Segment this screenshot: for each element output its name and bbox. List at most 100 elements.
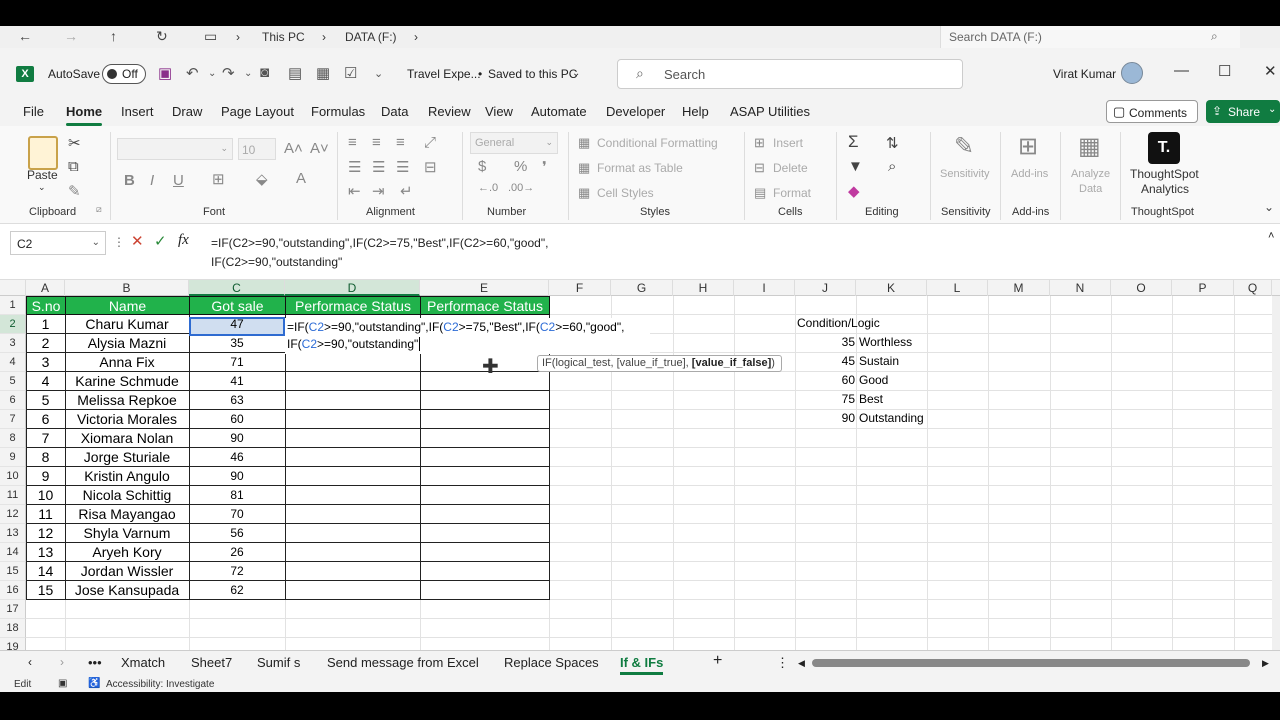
sheet-tab-send-message[interactable]: Send message from Excel [327, 655, 479, 670]
column-header-e[interactable]: E [420, 280, 549, 296]
dialog-launcher-icon[interactable]: ⧄ [96, 204, 102, 215]
cell-sale[interactable]: 90 [189, 430, 285, 449]
chevron-down-icon[interactable]: ⌄ [572, 68, 580, 79]
scroll-right-arrow-icon[interactable]: ▶ [1262, 658, 1269, 669]
condition-label[interactable]: Worthless [859, 335, 912, 349]
tab-formulas[interactable]: Formulas [311, 104, 365, 119]
cell-sno[interactable]: 8 [26, 449, 65, 468]
column-header-g[interactable]: G [611, 280, 673, 296]
italic-icon[interactable]: I [150, 172, 154, 189]
font-name-select[interactable]: ⌄ [117, 138, 233, 160]
cell-sno[interactable]: 15 [26, 582, 65, 601]
minimize-icon[interactable]: — [1174, 62, 1189, 79]
cell-name[interactable]: Aryeh Kory [65, 544, 189, 563]
header-cell-status1[interactable]: Performace Status [285, 296, 421, 315]
up-arrow-icon[interactable]: ↑ [110, 28, 117, 44]
checkbox-icon[interactable]: ☑ [344, 64, 357, 82]
cell-sno[interactable]: 5 [26, 392, 65, 411]
font-color-icon[interactable]: A [296, 170, 306, 187]
select-all-corner[interactable] [0, 280, 26, 296]
column-header-d[interactable]: D [285, 280, 420, 296]
borders-icon[interactable]: ⊞ [212, 170, 225, 188]
customize-qat-icon[interactable]: ⌄ [374, 67, 383, 80]
insert-cells-button[interactable]: Insert [773, 136, 803, 150]
header-cell-name[interactable]: Name [65, 296, 190, 315]
function-tooltip[interactable]: IF(logical_test, [value_if_true], [value… [537, 355, 782, 372]
cell-sale[interactable]: 70 [189, 506, 285, 525]
cell-name[interactable]: Victoria Morales [65, 411, 189, 430]
sheet-tab-if-ifs[interactable]: If & IFs [620, 655, 664, 675]
row-header-19[interactable]: 19 [0, 638, 26, 650]
sheet-tab-sumifs[interactable]: Sumif s [257, 655, 300, 670]
align-bottom-icon[interactable]: ≡ [396, 134, 405, 151]
undo-icon[interactable]: ↶ [186, 64, 199, 82]
column-header-b[interactable]: B [65, 280, 189, 296]
cell-name[interactable]: Nicola Schittig [65, 487, 189, 506]
row-header-11[interactable]: 11 [0, 486, 26, 505]
picture-icon[interactable]: ▤ [288, 64, 302, 82]
cell-sale[interactable]: 72 [189, 563, 285, 582]
paste-label[interactable]: Paste [27, 168, 58, 182]
tab-home[interactable]: Home [66, 104, 103, 126]
column-header-l[interactable]: L [927, 280, 988, 296]
column-header-a[interactable]: A [26, 280, 65, 296]
tab-help[interactable]: Help [682, 104, 709, 119]
cell-name[interactable]: Kristin Angulo [65, 468, 189, 487]
row-header-1[interactable]: 1 [0, 296, 26, 315]
row-header-13[interactable]: 13 [0, 524, 26, 543]
cell-sale[interactable]: 35 [189, 335, 285, 354]
cell-sno[interactable]: 1 [26, 316, 65, 335]
horizontal-scrollbar[interactable] [812, 659, 1250, 667]
orientation-icon[interactable]: ⤢ [424, 134, 436, 151]
share-button[interactable]: ⇪ Share ⌄ [1206, 100, 1280, 123]
scroll-right-icon[interactable]: › [60, 655, 64, 669]
tab-asap-utilities[interactable]: ASAP Utilities [730, 104, 810, 119]
decrease-font-icon[interactable]: A˅ [310, 140, 329, 157]
clear-icon[interactable]: ◆ [848, 182, 860, 200]
condition-value[interactable]: 45 [795, 354, 855, 368]
cell-sale[interactable]: 41 [189, 373, 285, 392]
row-header-12[interactable]: 12 [0, 505, 26, 524]
chevron-down-icon[interactable]: ⌄ [244, 68, 252, 79]
more-sheets-icon[interactable]: ••• [88, 655, 102, 670]
search-input[interactable]: ⌕ Search [617, 59, 963, 89]
breadcrumb-data-drive[interactable]: DATA (F:) [345, 30, 397, 44]
cell-sale[interactable]: 62 [189, 582, 285, 601]
refresh-icon[interactable]: ↻ [156, 28, 168, 45]
condition-label[interactable]: Best [859, 392, 883, 406]
cell-sale[interactable]: 47 [189, 316, 285, 335]
forward-arrow-icon[interactable]: → [64, 28, 78, 44]
analyze-data-icon[interactable]: ▦ [1078, 132, 1101, 161]
header-cell-sale[interactable]: Got sale [189, 296, 286, 315]
add-sheet-icon[interactable]: + [713, 652, 722, 670]
tab-view[interactable]: View [485, 104, 513, 119]
column-header-k[interactable]: K [856, 280, 927, 296]
condition-label[interactable]: Outstanding [859, 411, 924, 425]
merge-center-icon[interactable]: ⊟ [424, 158, 437, 176]
condition-value[interactable]: 75 [795, 392, 855, 406]
analyze-label-line1[interactable]: Analyze [1071, 168, 1110, 180]
column-header-q[interactable]: Q [1234, 280, 1272, 296]
condition-label[interactable]: Good [859, 373, 888, 387]
column-header-j[interactable]: J [795, 280, 856, 296]
cell-sno[interactable]: 6 [26, 411, 65, 430]
add-ins-label[interactable]: Add-ins [1011, 168, 1048, 180]
sheet-tab-xmatch[interactable]: Xmatch [121, 655, 165, 670]
column-header-n[interactable]: N [1050, 280, 1111, 296]
avatar[interactable] [1121, 62, 1143, 84]
tab-draw[interactable]: Draw [172, 104, 202, 119]
row-header-2[interactable]: 2 [0, 315, 26, 334]
column-header-h[interactable]: H [673, 280, 734, 296]
column-header-p[interactable]: P [1172, 280, 1234, 296]
comments-button[interactable]: ▢ Comments [1106, 100, 1198, 123]
tab-page-layout[interactable]: Page Layout [221, 104, 294, 119]
column-header-o[interactable]: O [1111, 280, 1172, 296]
format-as-table-button[interactable]: Format as Table [597, 161, 683, 175]
paste-icon[interactable] [28, 136, 58, 170]
conditional-formatting-button[interactable]: Conditional Formatting [597, 136, 718, 150]
decrease-decimal-icon[interactable]: .00→ [508, 182, 534, 194]
row-header-5[interactable]: 5 [0, 372, 26, 391]
row-header-3[interactable]: 3 [0, 334, 26, 353]
cell-sale[interactable]: 71 [189, 354, 285, 373]
in-cell-editor[interactable]: =IF(C2>=90,"outstanding",IF(C2>=75,"Best… [285, 318, 650, 354]
